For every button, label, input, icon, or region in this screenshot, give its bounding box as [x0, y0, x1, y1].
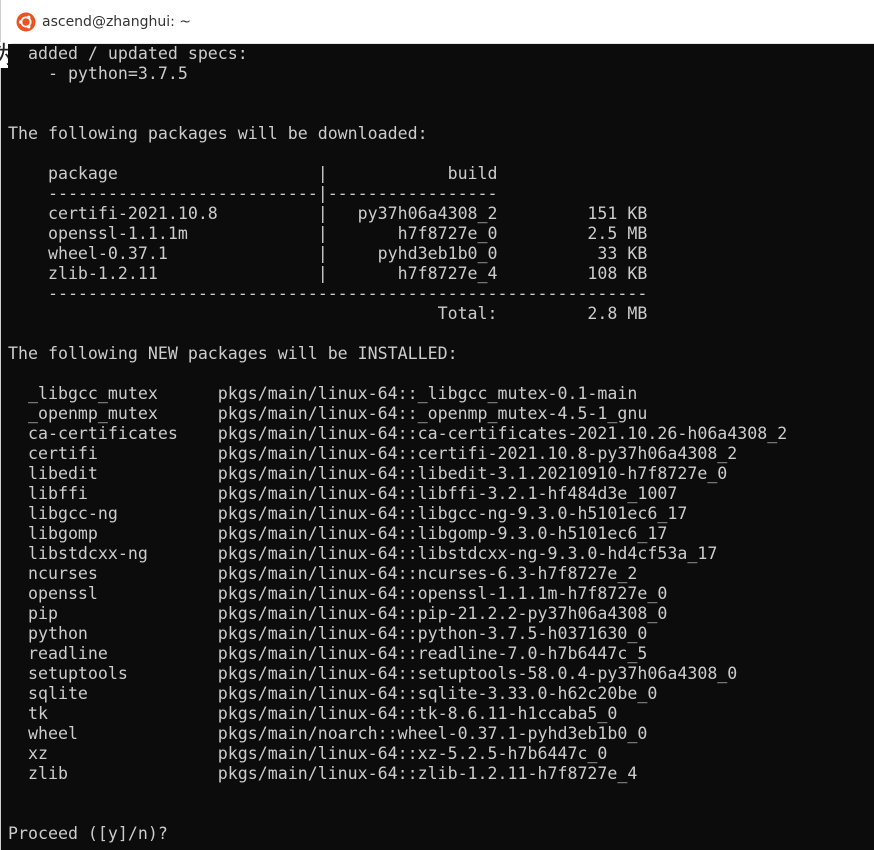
window-title: ascend@zhanghui: ~ [42, 13, 192, 30]
title-bar[interactable]: ascend@zhanghui: ~ [1, 0, 874, 44]
terminal-line: The following NEW packages will be INSTA… [8, 344, 458, 363]
terminal-line: _libgcc_mutex pkgs/main/linux-64::_libgc… [8, 384, 638, 403]
terminal-output[interactable]: added / updated specs: - python=3.7.5 The… [8, 44, 874, 850]
terminal-line: ---------------------------|------------… [8, 184, 498, 203]
terminal-line: libedit pkgs/main/linux-64::libedit-3.1.… [8, 464, 728, 483]
terminal-line: wheel-0.37.1 | pyhd3eb1b0_0 33 KB [8, 244, 648, 263]
terminal-window: ascend@zhanghui: ~ 为 added / updated spe… [0, 0, 874, 850]
ubuntu-icon [16, 12, 36, 32]
terminal-line: openssl-1.1.1m | h7f8727e_0 2.5 MB [8, 224, 648, 243]
terminal-line: setuptools pkgs/main/linux-64::setuptool… [8, 664, 738, 683]
terminal-line: libffi pkgs/main/linux-64::libffi-3.2.1-… [8, 484, 678, 503]
terminal-line: libgcc-ng pkgs/main/linux-64::libgcc-ng-… [8, 504, 688, 523]
terminal-line: added / updated specs: [8, 44, 248, 63]
terminal-line: ncurses pkgs/main/linux-64::ncurses-6.3-… [8, 564, 638, 583]
terminal-line: certifi-2021.10.8 | py37h06a4308_2 151 K… [8, 204, 648, 223]
terminal-line: libgomp pkgs/main/linux-64::libgomp-9.3.… [8, 524, 668, 543]
terminal-line: pip pkgs/main/linux-64::pip-21.2.2-py37h… [8, 604, 668, 623]
terminal-line: wheel pkgs/main/noarch::wheel-0.37.1-pyh… [8, 724, 648, 743]
terminal-line: sqlite pkgs/main/linux-64::sqlite-3.33.0… [8, 684, 658, 703]
terminal-line: Proceed ([y]/n)? [8, 824, 168, 843]
terminal-line: tk pkgs/main/linux-64::tk-8.6.11-h1ccaba… [8, 704, 618, 723]
terminal-line: Total: 2.8 MB [8, 304, 648, 323]
terminal-line: xz pkgs/main/linux-64::xz-5.2.5-h7b6447c… [8, 744, 608, 763]
terminal-line: The following packages will be downloade… [8, 124, 428, 143]
terminal-line: libstdcxx-ng pkgs/main/linux-64::libstdc… [8, 544, 718, 563]
terminal-line: - python=3.7.5 [8, 64, 188, 83]
terminal-line: readline pkgs/main/linux-64::readline-7.… [8, 644, 648, 663]
terminal-line: ca-certificates pkgs/main/linux-64::ca-c… [8, 424, 788, 443]
terminal-line: package | build [8, 164, 498, 183]
terminal-line: zlib pkgs/main/linux-64::zlib-1.2.11-h7f… [8, 764, 638, 783]
terminal-line: openssl pkgs/main/linux-64::openssl-1.1.… [8, 584, 668, 603]
terminal-line: ----------------------------------------… [8, 284, 648, 303]
terminal-line: _openmp_mutex pkgs/main/linux-64::_openm… [8, 404, 648, 423]
terminal-line: zlib-1.2.11 | h7f8727e_4 108 KB [8, 264, 648, 283]
terminal-line: certifi pkgs/main/linux-64::certifi-2021… [8, 444, 738, 463]
terminal-line: python pkgs/main/linux-64::python-3.7.5-… [8, 624, 648, 643]
